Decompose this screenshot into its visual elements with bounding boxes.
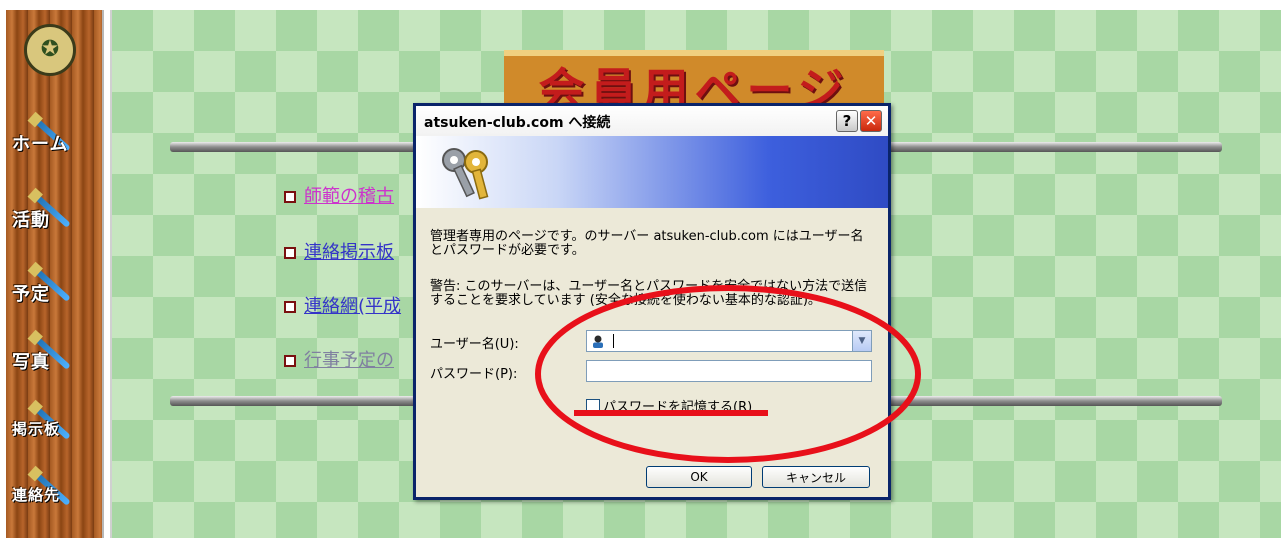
dialog-warning: 警告: このサーバーは、ユーザー名とパスワードを安全ではない方法で送信することを… bbox=[430, 279, 868, 308]
dialog-message: 管理者専用のページです。のサーバー atsuken-club.com にはユーザ… bbox=[430, 229, 864, 258]
nav-board[interactable]: 掲示板 bbox=[10, 406, 94, 456]
nav-schedule[interactable]: 予定 bbox=[10, 268, 94, 318]
close-button[interactable]: ✕ bbox=[860, 110, 882, 132]
user-icon bbox=[593, 335, 603, 348]
login-dialog: atsuken-club.com へ接続 ? ✕ 管理者専用のページです。のサー… bbox=[413, 103, 891, 500]
bullet-icon bbox=[284, 301, 296, 313]
bullet-icon bbox=[284, 191, 296, 203]
dialog-header-graphic bbox=[416, 136, 888, 208]
cancel-button[interactable]: キャンセル bbox=[762, 466, 870, 488]
password-field[interactable] bbox=[586, 360, 872, 382]
ok-button[interactable]: OK bbox=[646, 466, 752, 488]
nav-home[interactable]: ホーム bbox=[10, 118, 94, 168]
remember-password-label: パスワードを記憶する(R) bbox=[603, 400, 753, 415]
dialog-titlebar[interactable]: atsuken-club.com へ接続 ? ✕ bbox=[416, 106, 888, 136]
help-button[interactable]: ? bbox=[836, 110, 858, 132]
remember-password-checkbox[interactable]: パスワードを記憶する(R) bbox=[586, 396, 752, 415]
link-contact-board[interactable]: 連絡掲示板 bbox=[284, 238, 394, 264]
password-label: パスワード(P): bbox=[430, 367, 518, 382]
nav-contact-label: 連絡先 bbox=[12, 486, 61, 504]
nav-activity[interactable]: 活動 bbox=[10, 194, 94, 244]
link-master-practice-label: 師範の稽古 bbox=[304, 186, 394, 207]
nav-activity-label: 活動 bbox=[12, 210, 50, 231]
bullet-icon bbox=[284, 355, 296, 367]
text-cursor bbox=[613, 334, 614, 348]
chevron-down-icon[interactable]: ▼ bbox=[852, 331, 871, 351]
nav-home-label: ホーム bbox=[12, 134, 69, 155]
nav-photos[interactable]: 写真 bbox=[10, 336, 94, 386]
nav-photos-label: 写真 bbox=[12, 352, 50, 373]
link-master-practice[interactable]: 師範の稽古 bbox=[284, 182, 394, 208]
club-logo-glyph: ✪ bbox=[40, 37, 60, 62]
username-label: ユーザー名(U): bbox=[430, 337, 519, 352]
nav-schedule-label: 予定 bbox=[12, 284, 50, 305]
nav-board-label: 掲示板 bbox=[12, 420, 61, 438]
username-combobox[interactable]: ▼ bbox=[586, 330, 872, 352]
bullet-icon bbox=[284, 247, 296, 259]
dialog-title: atsuken-club.com へ接続 bbox=[424, 115, 611, 131]
column-divider bbox=[102, 10, 112, 538]
keys-icon bbox=[442, 148, 489, 200]
link-contact-network[interactable]: 連絡網(平成 bbox=[284, 292, 401, 318]
link-event-schedule-label: 行事予定の bbox=[304, 350, 394, 371]
link-contact-network-label: 連絡網(平成 bbox=[304, 296, 402, 317]
club-logo: ✪ bbox=[24, 24, 76, 76]
link-event-schedule[interactable]: 行事予定の bbox=[284, 346, 394, 372]
sidebar-nav: ✪ ホーム 活動 予定 写真 掲示板 連絡先 bbox=[6, 10, 102, 538]
checkbox-icon[interactable] bbox=[586, 398, 600, 413]
nav-contact[interactable]: 連絡先 bbox=[10, 472, 94, 522]
link-contact-board-label: 連絡掲示板 bbox=[304, 242, 394, 263]
